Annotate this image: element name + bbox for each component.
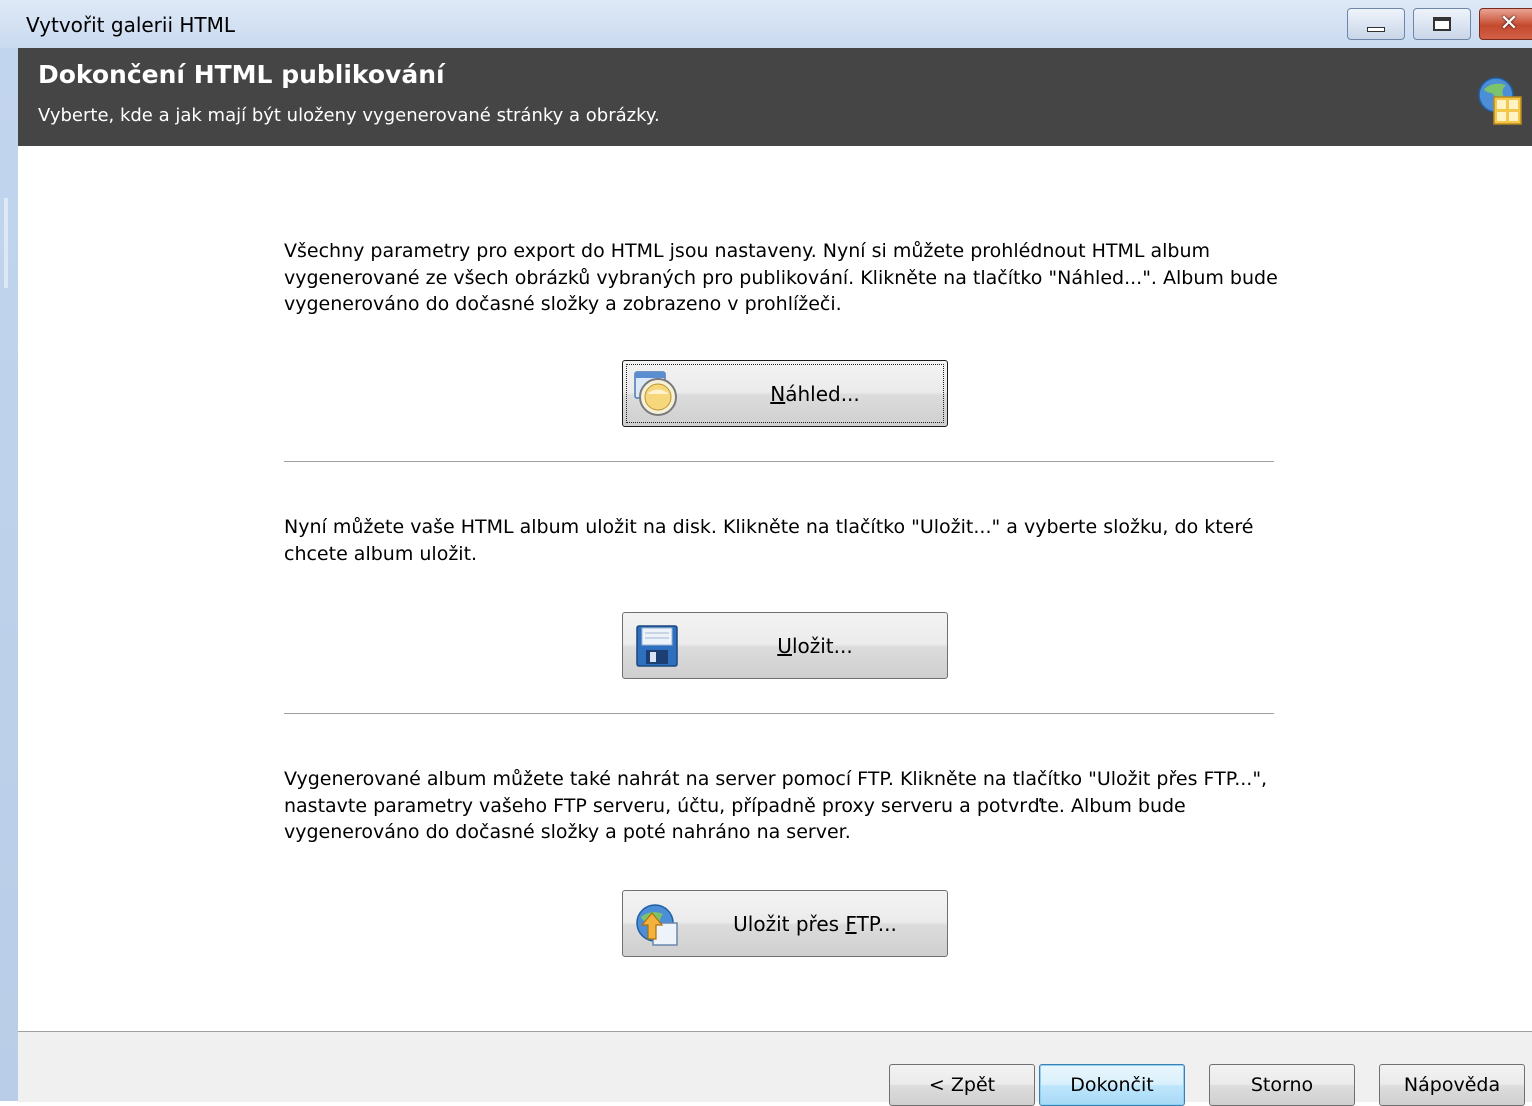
separator xyxy=(284,461,1274,463)
separator xyxy=(284,713,1274,715)
save-button-label: Uložit... xyxy=(777,634,853,658)
title-bar[interactable]: Vytvořit galerii HTML ✕ xyxy=(0,0,1532,48)
maximize-icon xyxy=(1433,17,1451,31)
preview-icon xyxy=(634,371,677,416)
save-ftp-button-label: Uložit přes FTP... xyxy=(733,912,897,936)
preview-button[interactable]: Náhled... xyxy=(622,360,948,427)
close-button[interactable]: ✕ xyxy=(1479,8,1532,40)
ftp-upload-icon xyxy=(636,904,678,946)
finish-button[interactable]: Dokončit xyxy=(1039,1064,1185,1106)
page-subtitle: Vyberte, kde a jak mají být uloženy vyge… xyxy=(38,105,660,126)
wizard-footer: < Zpět Dokončit Storno Nápověda xyxy=(18,1031,1532,1106)
preview-description: Všechny parametry pro export do HTML jso… xyxy=(284,240,1278,315)
wizard-content: Všechny parametry pro export do HTML jso… xyxy=(18,146,1532,1031)
cancel-button[interactable]: Storno xyxy=(1209,1064,1355,1106)
help-button[interactable]: Nápověda xyxy=(1379,1064,1525,1106)
ftp-description: Vygenerované album můžete také nahrát na… xyxy=(284,768,1268,843)
save-accelerator: U xyxy=(777,634,792,658)
html-gallery-icon xyxy=(1478,77,1522,125)
window-left-border xyxy=(0,48,18,1101)
minimize-icon xyxy=(1367,26,1385,32)
maximize-button[interactable] xyxy=(1413,8,1471,40)
preview-button-label: Náhled... xyxy=(770,382,860,406)
minimize-button[interactable] xyxy=(1347,8,1405,40)
close-icon: ✕ xyxy=(1499,11,1519,36)
ftp-accelerator: F xyxy=(845,912,857,936)
preview-accelerator: N xyxy=(770,382,786,406)
save-description: Nyní můžete vaše HTML album uložit na di… xyxy=(284,516,1254,565)
page-title: Dokončení HTML publikování xyxy=(38,60,445,89)
save-ftp-button[interactable]: Uložit přes FTP... xyxy=(622,890,948,957)
save-button[interactable]: Uložit... xyxy=(622,612,948,679)
wizard-header: Dokončení HTML publikování Vyberte, kde … xyxy=(18,48,1532,146)
window-title: Vytvořit galerii HTML xyxy=(26,13,236,37)
floppy-disk-icon xyxy=(636,625,678,667)
back-button[interactable]: < Zpět xyxy=(889,1064,1035,1106)
